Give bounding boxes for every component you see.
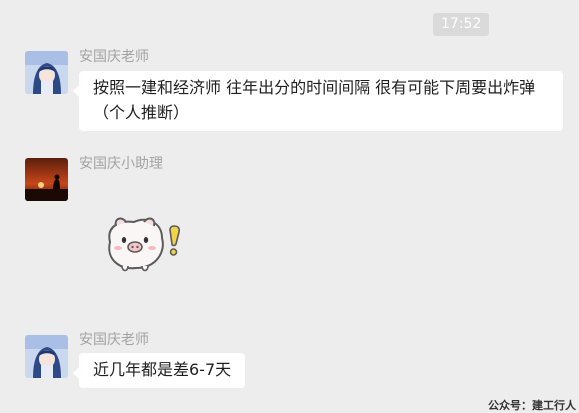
message-bubble[interactable]: 按照一建和经济师 往年出分的时间间隔 很有可能下周要出炸弹（个人推断）: [73, 71, 563, 131]
timestamp-badge: 17:52: [433, 13, 490, 36]
sender-name: 安国庆小助理: [79, 156, 163, 172]
sender-name: 安国庆老师: [79, 332, 149, 348]
watermark: 公众号：建工行人: [488, 399, 576, 412]
sunset-silhouette-avatar-icon: [25, 158, 68, 201]
assistant-avatar[interactable]: [25, 158, 68, 201]
message-bubble[interactable]: 近几年都是差6-7天: [72, 353, 246, 388]
sender-name: 安国庆老师: [79, 49, 149, 65]
anime-girl-avatar-icon: [25, 335, 68, 378]
message-text: 按照一建和经济师 往年出分的时间间隔 很有可能下周要出炸弹（个人推断）: [93, 78, 536, 122]
teacher-avatar[interactable]: [25, 51, 68, 94]
pig-sticker-icon[interactable]: [100, 212, 196, 274]
teacher-avatar[interactable]: [25, 335, 68, 378]
anime-girl-avatar-icon: [25, 51, 68, 94]
message-text: 近几年都是差6-7天: [93, 360, 232, 379]
